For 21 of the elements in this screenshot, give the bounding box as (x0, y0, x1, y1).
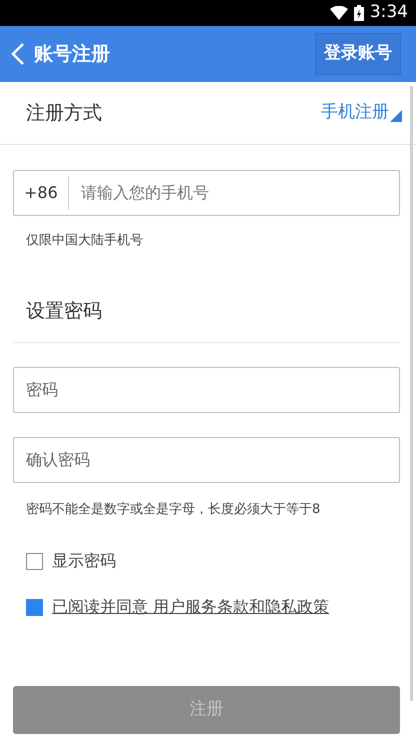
section-title: 设置密码 (26, 298, 102, 324)
terms-link[interactable]: 已阅读并同意 用户服务条款和隐私政策 (52, 595, 330, 619)
phone-field[interactable]: +86 请输入您的手机号 (13, 170, 400, 216)
checkbox[interactable] (26, 552, 43, 570)
phone-hint: 仅限中国大陆手机号 (26, 232, 144, 250)
checkbox-label: 显示密码 (52, 550, 116, 572)
wifi-icon (330, 6, 348, 20)
password-field[interactable]: 确认密码 (13, 436, 400, 482)
checkbox[interactable] (26, 598, 43, 616)
method-label: 注册方式 (26, 100, 102, 126)
back-icon (11, 42, 25, 66)
country-code: +86 (23, 182, 59, 204)
password-hint: 密码不能全是数字或全是字母，长度必须大于等于8 (26, 500, 322, 518)
clock: 3:34 (370, 1, 408, 24)
password-field[interactable]: 密码 (13, 366, 400, 412)
method-dropdown[interactable]: 手机注册 (321, 100, 402, 126)
battery-icon (354, 5, 364, 21)
dropdown-corner-icon (390, 110, 402, 122)
login-button[interactable]: 登录账号 (315, 33, 401, 75)
page-title: 账号注册 (34, 42, 110, 67)
phone-input[interactable]: 请输入您的手机号 (68, 181, 399, 205)
